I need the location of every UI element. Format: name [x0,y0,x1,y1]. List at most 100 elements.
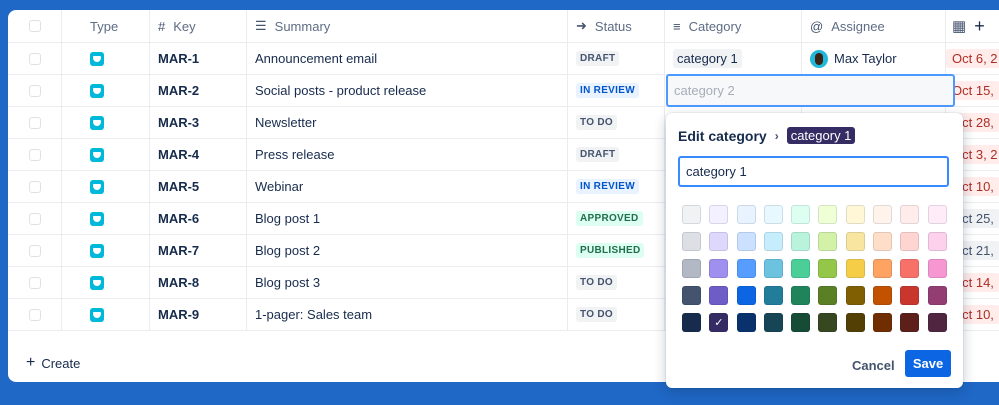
color-swatch[interactable] [709,232,729,251]
issue-summary[interactable]: 1-pager: Sales team [255,307,372,322]
color-swatch[interactable] [845,259,865,278]
color-swatch[interactable] [736,286,756,305]
color-swatch[interactable] [927,286,947,305]
color-swatch[interactable] [763,205,783,224]
color-swatch[interactable] [682,286,701,305]
color-swatch[interactable] [791,259,811,278]
due-date[interactable]: Oct 6, 2 [946,49,999,68]
color-swatch[interactable] [791,286,811,305]
color-swatch[interactable] [709,205,729,224]
row-checkbox[interactable] [28,212,41,225]
color-swatch[interactable] [927,205,947,224]
status-badge[interactable]: DRAFT [576,147,620,162]
color-swatch[interactable] [927,259,947,278]
issue-key[interactable]: MAR-2 [158,83,199,98]
save-button[interactable]: Save [905,350,951,377]
color-swatch[interactable] [873,286,893,305]
column-header-key[interactable]: # Key [150,10,247,42]
color-swatch[interactable] [900,259,920,278]
color-swatch[interactable] [818,205,838,224]
color-swatch[interactable] [873,232,893,251]
color-swatch[interactable] [763,259,783,278]
color-swatch[interactable] [900,286,920,305]
color-swatch[interactable] [873,259,893,278]
color-swatch[interactable] [791,313,811,332]
row-checkbox[interactable] [28,276,41,289]
row-checkbox[interactable] [28,84,41,97]
issue-key[interactable]: MAR-4 [158,147,199,162]
color-swatch[interactable] [736,205,756,224]
color-swatch[interactable] [845,205,865,224]
color-swatch[interactable] [873,205,893,224]
color-swatch[interactable] [682,205,701,224]
category-cell[interactable]: category 1 [665,43,802,74]
issue-key[interactable]: MAR-3 [158,115,199,130]
color-swatch[interactable] [927,313,947,332]
issue-key[interactable]: MAR-1 [158,51,199,66]
color-swatch[interactable] [900,313,920,332]
color-swatch[interactable] [791,232,811,251]
status-badge[interactable]: APPROVED [576,211,643,226]
color-swatch[interactable] [845,232,865,251]
color-swatch[interactable] [736,313,756,332]
row-checkbox[interactable] [28,148,41,161]
category-name-input[interactable]: category 1 [678,156,949,187]
color-swatch[interactable] [818,313,838,332]
row-checkbox[interactable] [28,180,41,193]
color-swatch[interactable] [763,313,783,332]
row-checkbox[interactable] [28,52,41,65]
color-swatch[interactable] [818,232,838,251]
status-badge[interactable]: TO DO [576,307,617,322]
status-badge[interactable]: TO DO [576,115,617,130]
color-swatch[interactable] [736,259,756,278]
issue-summary[interactable]: Newsletter [255,115,316,130]
cancel-button[interactable]: Cancel [844,352,903,378]
status-badge[interactable]: TO DO [576,275,617,290]
color-swatch[interactable] [818,259,838,278]
color-swatch[interactable] [845,313,865,332]
issue-key[interactable]: MAR-5 [158,179,199,194]
table-row[interactable]: MAR-1 Announcement email DRAFT category … [8,43,999,75]
issue-summary[interactable]: Blog post 3 [255,275,320,290]
status-badge[interactable]: IN REVIEW [576,179,639,194]
color-swatch[interactable] [709,286,729,305]
color-swatch[interactable] [900,205,920,224]
color-swatch[interactable]: ✓ [709,313,729,332]
row-checkbox[interactable] [28,308,41,321]
color-swatch[interactable] [682,259,701,278]
color-swatch[interactable] [736,232,756,251]
color-swatch[interactable] [845,286,865,305]
color-swatch[interactable] [763,286,783,305]
status-badge[interactable]: DRAFT [576,51,620,66]
color-swatch[interactable] [818,286,838,305]
color-swatch[interactable] [682,313,701,332]
issue-summary[interactable]: Blog post 1 [255,211,320,226]
status-badge[interactable]: IN REVIEW [576,83,639,98]
issue-summary[interactable]: Social posts - product release [255,83,426,98]
column-header-category[interactable]: ≡ Category [665,10,802,42]
add-column-button[interactable]: + [974,16,985,37]
column-header-summary[interactable]: ☰ Summary [247,10,568,42]
color-swatch[interactable] [709,259,729,278]
column-header-status[interactable]: ➜ Status [568,10,665,42]
select-all-checkbox[interactable] [28,20,41,32]
create-button[interactable]: + Create [26,354,80,372]
row-checkbox[interactable] [28,116,41,129]
color-swatch[interactable] [763,232,783,251]
issue-summary[interactable]: Press release [255,147,334,162]
issue-summary[interactable]: Webinar [255,179,303,194]
issue-key[interactable]: MAR-8 [158,275,199,290]
color-swatch[interactable] [791,205,811,224]
issue-key[interactable]: MAR-6 [158,211,199,226]
issue-summary[interactable]: Blog post 2 [255,243,320,258]
color-swatch[interactable] [873,313,893,332]
status-badge[interactable]: PUBLISHED [576,243,645,258]
color-swatch[interactable] [682,232,701,251]
issue-key[interactable]: MAR-9 [158,307,199,322]
issue-summary[interactable]: Announcement email [255,51,377,66]
column-header-type[interactable]: Type [62,10,150,42]
color-swatch[interactable] [900,232,920,251]
assignee-cell[interactable]: Max Taylor [802,43,946,74]
issue-key[interactable]: MAR-7 [158,243,199,258]
column-header-date[interactable]: ▦ + [946,10,999,42]
